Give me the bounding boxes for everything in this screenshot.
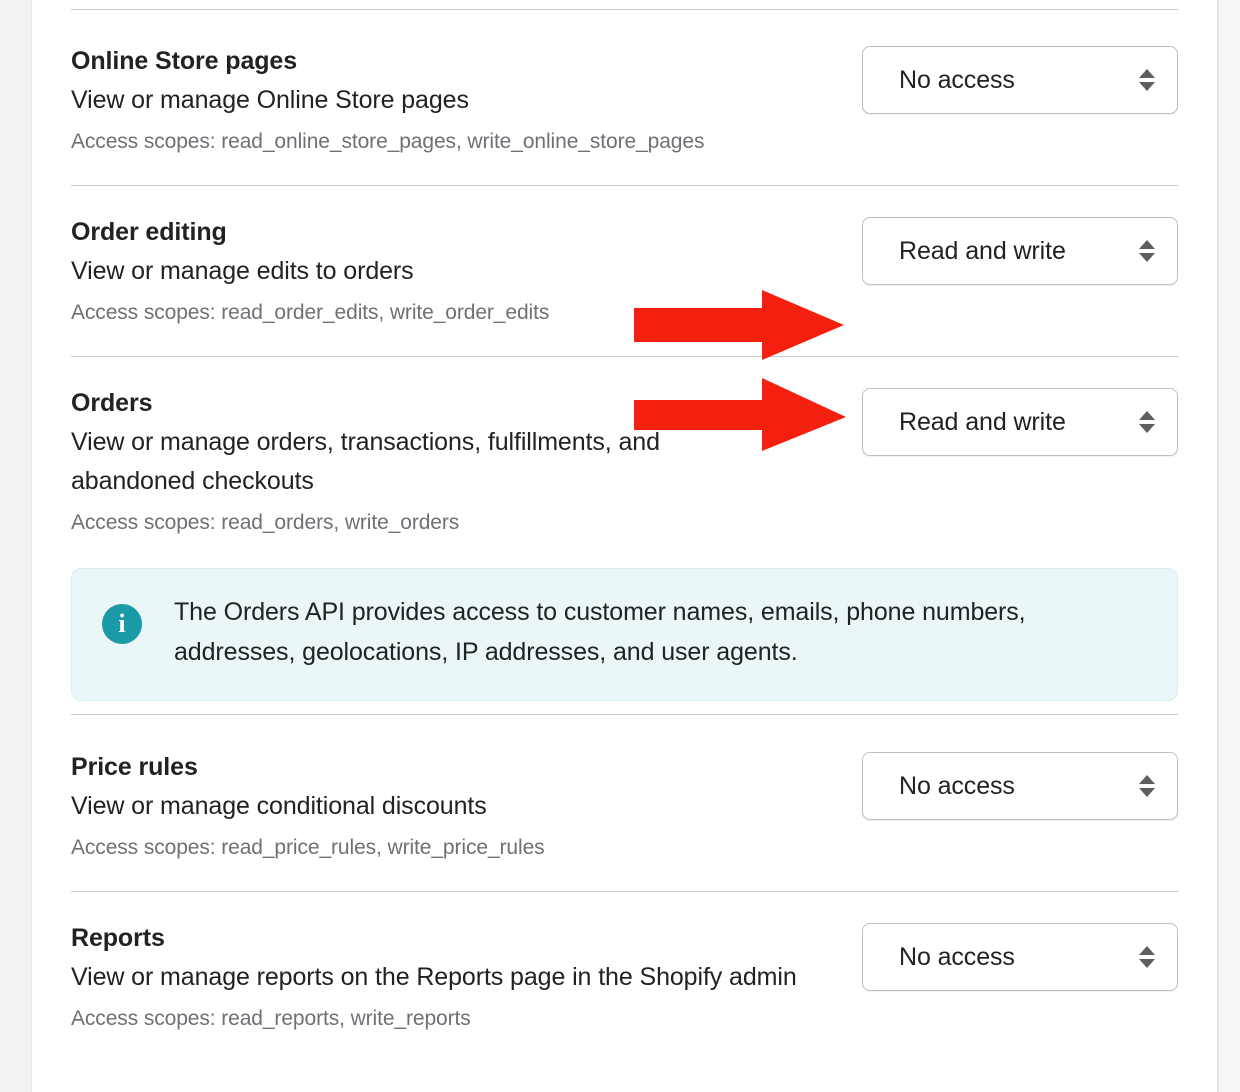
permission-description: View or manage reports on the Reports pa… xyxy=(71,962,797,991)
permission-scopes: Access scopes: read_reports, write_repor… xyxy=(71,1006,471,1030)
permission-description: View or manage edits to orders xyxy=(71,256,414,285)
access-select-value: No access xyxy=(899,771,1015,800)
divider-4 xyxy=(71,891,1178,892)
access-select-reports[interactable]: No access xyxy=(862,923,1178,991)
chevron-updown-icon xyxy=(1139,240,1155,262)
permission-row-online-store-pages: Online Store pages View or manage Online… xyxy=(71,46,1178,157)
permission-title: Price rules xyxy=(71,753,198,781)
divider-3 xyxy=(71,714,1178,715)
permission-scopes: Access scopes: read_online_store_pages, … xyxy=(71,129,705,153)
permissions-page: Online Store pages View or manage Online… xyxy=(0,0,1240,1092)
info-banner-text: The Orders API provides access to custom… xyxy=(174,598,1026,666)
permission-description: View or manage conditional discounts xyxy=(71,791,487,820)
chevron-updown-icon xyxy=(1139,946,1155,968)
permission-description: View or manage orders, transactions, ful… xyxy=(71,427,660,495)
permission-scopes: Access scopes: read_orders, write_orders xyxy=(71,510,460,534)
permission-title: Order editing xyxy=(71,218,227,246)
card-left-edge xyxy=(31,0,32,1092)
divider-2 xyxy=(71,356,1178,357)
permission-title: Orders xyxy=(71,389,153,417)
orders-api-info-banner: i The Orders API provides access to cust… xyxy=(71,568,1178,701)
access-select-price-rules[interactable]: No access xyxy=(862,752,1178,820)
permission-scopes: Access scopes: read_price_rules, write_p… xyxy=(71,835,545,859)
access-select-orders[interactable]: Read and write xyxy=(862,388,1178,456)
right-gutter xyxy=(1219,0,1240,1092)
divider-1 xyxy=(71,185,1178,186)
permission-title: Online Store pages xyxy=(71,47,298,75)
permission-row-orders: Orders View or manage orders, transactio… xyxy=(71,388,1178,538)
access-select-value: No access xyxy=(899,65,1015,94)
chevron-updown-icon xyxy=(1139,775,1155,797)
chevron-updown-icon xyxy=(1139,411,1155,433)
permission-row-reports: Reports View or manage reports on the Re… xyxy=(71,923,1178,1034)
info-icon: i xyxy=(102,604,142,644)
permission-scopes: Access scopes: read_order_edits, write_o… xyxy=(71,300,550,324)
access-select-value: Read and write xyxy=(899,407,1066,436)
chevron-updown-icon xyxy=(1139,69,1155,91)
permission-description: View or manage Online Store pages xyxy=(71,85,469,114)
divider-top xyxy=(71,9,1178,10)
access-select-value: No access xyxy=(899,942,1015,971)
access-select-order-editing[interactable]: Read and write xyxy=(862,217,1178,285)
permission-row-order-editing: Order editing View or manage edits to or… xyxy=(71,217,1178,328)
permission-row-price-rules: Price rules View or manage conditional d… xyxy=(71,752,1178,863)
permission-title: Reports xyxy=(71,924,165,952)
access-select-value: Read and write xyxy=(899,236,1066,265)
access-select-online-store-pages[interactable]: No access xyxy=(862,46,1178,114)
